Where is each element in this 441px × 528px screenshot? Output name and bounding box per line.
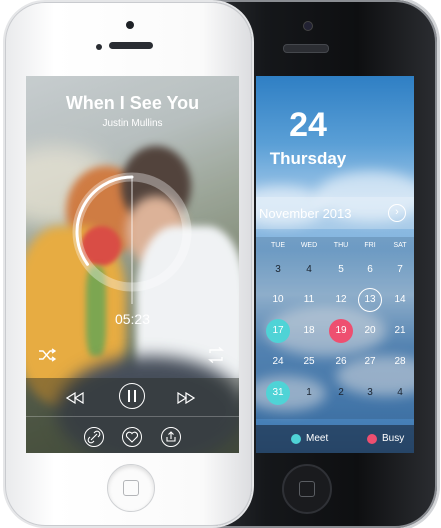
calendar-day[interactable]: 1 bbox=[297, 381, 321, 405]
weekday-header: SAT bbox=[393, 242, 407, 249]
day-number: 24 bbox=[289, 106, 327, 144]
share-button[interactable] bbox=[161, 427, 181, 447]
calendar-day[interactable]: 19 bbox=[329, 319, 353, 343]
fast-forward-icon[interactable] bbox=[177, 392, 195, 404]
calendar-day[interactable]: 11 bbox=[297, 288, 321, 312]
shuffle-icon[interactable] bbox=[38, 348, 56, 362]
proximity-sensor bbox=[96, 44, 102, 50]
home-button[interactable] bbox=[107, 464, 155, 512]
music-player-screen: When I See You Justin Mullins 05:23 bbox=[26, 76, 239, 453]
rewind-icon[interactable] bbox=[66, 392, 84, 404]
calendar-day[interactable]: 26 bbox=[329, 350, 353, 374]
calendar-day[interactable]: 7 bbox=[388, 258, 412, 282]
weekday-header: WED bbox=[300, 242, 318, 249]
calendar-day[interactable]: 12 bbox=[329, 288, 353, 312]
weekday-header: FRI bbox=[364, 242, 376, 249]
progress-ring[interactable] bbox=[26, 76, 239, 376]
weekday-header: TUE bbox=[271, 242, 285, 249]
pause-icon bbox=[128, 390, 136, 402]
earpiece-speaker bbox=[283, 44, 329, 53]
calendar-day[interactable]: 21 bbox=[388, 319, 412, 343]
legend-meet-label: Meet bbox=[306, 433, 329, 444]
front-camera bbox=[303, 21, 313, 31]
calendar-day[interactable]: 18 bbox=[297, 319, 321, 343]
share-icon bbox=[166, 431, 176, 442]
calendar-day[interactable]: 3 bbox=[266, 258, 290, 282]
heart-icon bbox=[125, 431, 139, 443]
calendar-day[interactable]: 2 bbox=[329, 381, 353, 405]
weekday-header: THU bbox=[333, 242, 349, 249]
front-camera bbox=[126, 21, 134, 29]
calendar-day[interactable]: 3 bbox=[358, 381, 382, 405]
calendar-day[interactable]: 25 bbox=[297, 350, 321, 374]
calendar-day[interactable]: 31 bbox=[266, 381, 290, 405]
calendar-grid: TUE WED THU FRI SAT 3 4 5 6 7 10 11 12 13 14 17 18 19 20 21… bbox=[256, 237, 414, 419]
chevron-right-icon: › bbox=[395, 206, 399, 218]
elapsed-time: 05:23 bbox=[114, 311, 151, 327]
calendar-day[interactable]: 4 bbox=[297, 258, 321, 282]
month-label: November 2013 bbox=[259, 206, 352, 221]
legend-busy-label: Busy bbox=[382, 433, 405, 444]
calendar-screen: 24 Thursday November 2013 › TUE WED THU FRI… bbox=[256, 76, 414, 453]
calendar-day[interactable]: 14 bbox=[388, 288, 412, 312]
repeat-icon[interactable] bbox=[207, 347, 225, 363]
calendar-day[interactable]: 27 bbox=[358, 350, 382, 374]
next-month-button[interactable]: › bbox=[388, 204, 406, 222]
link-icon bbox=[87, 430, 101, 444]
meet-dot-icon bbox=[291, 434, 301, 444]
calendar-day[interactable]: 28 bbox=[388, 350, 412, 374]
calendar-day[interactable]: 5 bbox=[329, 258, 353, 282]
calendar-day[interactable]: 6 bbox=[358, 258, 382, 282]
home-square-icon bbox=[299, 481, 315, 497]
calendar-day[interactable]: 24 bbox=[266, 350, 290, 374]
favorite-button[interactable] bbox=[122, 427, 142, 447]
player-control-bar bbox=[26, 378, 239, 453]
calendar-day[interactable]: 20 bbox=[358, 319, 382, 343]
weekday-label: Thursday bbox=[269, 149, 347, 168]
busy-dot-icon bbox=[367, 434, 377, 444]
earpiece-speaker bbox=[109, 42, 153, 49]
calendar-day[interactable]: 17 bbox=[266, 319, 290, 343]
pause-button[interactable] bbox=[119, 383, 145, 409]
home-button[interactable] bbox=[282, 464, 332, 514]
calendar-day[interactable]: 13 bbox=[358, 288, 382, 312]
divider bbox=[26, 416, 239, 417]
month-bar: November 2013 › bbox=[256, 197, 414, 229]
calendar-day[interactable]: 4 bbox=[388, 381, 412, 405]
home-square-icon bbox=[123, 480, 139, 496]
calendar-legend: Meet Busy bbox=[256, 425, 414, 453]
link-button[interactable] bbox=[84, 427, 104, 447]
calendar-day[interactable]: 10 bbox=[266, 288, 290, 312]
